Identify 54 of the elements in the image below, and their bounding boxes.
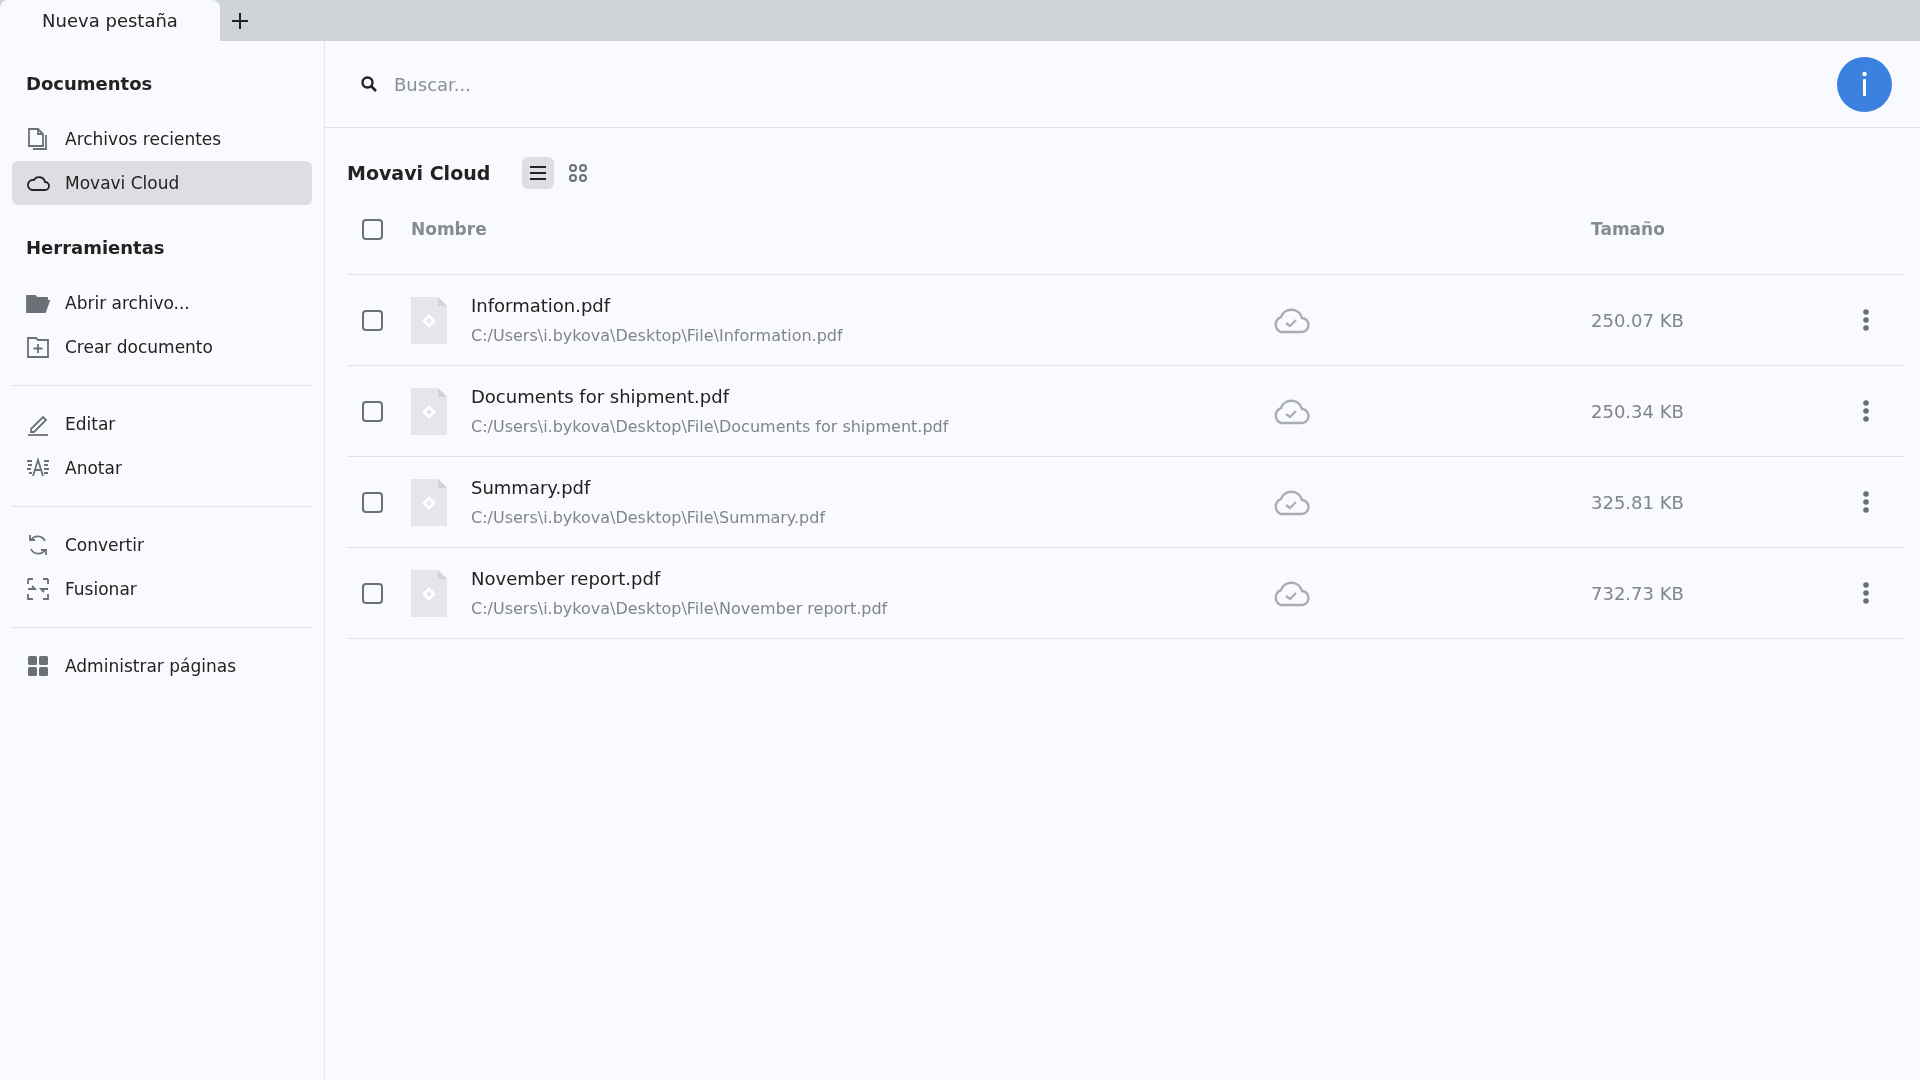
browser-tab[interactable]: Nueva pestaña	[0, 0, 220, 41]
more-icon	[1862, 308, 1870, 332]
select-all-checkbox[interactable]	[362, 218, 383, 240]
file-size: 250.07 KB	[1591, 309, 1685, 331]
info-icon[interactable]	[1837, 56, 1892, 112]
file-name: Information.pdf	[471, 295, 612, 316]
more-icon	[1862, 490, 1870, 514]
section-heading: Documentos	[25, 72, 154, 96]
cloud-check-icon	[1272, 306, 1310, 334]
grid-icon	[25, 653, 51, 679]
cloud-check-icon	[1272, 397, 1310, 425]
sidebar-item[interactable]: Fusionar	[12, 567, 312, 611]
add-file-icon	[25, 334, 51, 360]
sidebar-item[interactable]: Editar	[12, 402, 312, 446]
file-path: C:/Users\i.bykova\Desktop\File\Documents for shipment.pdf	[471, 417, 950, 436]
folder-title: Movavi Cloud	[347, 162, 491, 184]
sidebar-item[interactable]: Administrar páginas	[12, 644, 312, 688]
file-name: November report.pdf	[471, 568, 662, 589]
column-header: Nombre	[411, 219, 488, 239]
more-icon	[1862, 581, 1870, 605]
row-checkbox[interactable]	[362, 491, 383, 513]
section-heading: Herramientas	[25, 236, 166, 260]
file-size: 325.81 KB	[1591, 491, 1685, 513]
cloud-check-icon	[1272, 579, 1310, 607]
sidebar-item[interactable]: Crear documento	[12, 325, 312, 369]
file-icon	[411, 478, 447, 526]
file-icon	[411, 296, 447, 344]
cloud-check-icon	[1272, 488, 1310, 516]
file-name: Documents for shipment.pdf	[471, 386, 731, 407]
sidebar-item[interactable]: Anotar	[12, 446, 312, 490]
plus-icon	[230, 10, 250, 31]
list-icon	[528, 163, 549, 183]
grid-icon	[568, 163, 589, 183]
sidebar-item[interactable]: Convertir	[12, 523, 312, 567]
row-checkbox[interactable]	[362, 582, 383, 604]
file-name: Summary.pdf	[471, 477, 592, 498]
file-path: C:/Users\i.bykova\Desktop\File\November report.pdf	[471, 599, 889, 618]
file-size: 250.34 KB	[1591, 400, 1685, 422]
row-checkbox[interactable]	[362, 400, 383, 422]
more-icon	[1862, 399, 1870, 423]
search-field[interactable]: Buscar...	[392, 72, 896, 96]
file-icon	[411, 569, 447, 617]
file-path: C:/Users\i.bykova\Desktop\File\Information.pdf	[471, 326, 844, 345]
list-view-button[interactable]	[522, 157, 555, 189]
sidebar-item[interactable]: Abrir archivo...	[12, 281, 312, 325]
column-header: Tamaño	[1591, 219, 1665, 239]
file-size: 732.73 KB	[1591, 582, 1685, 604]
sidebar-item[interactable]: Movavi Cloud	[12, 161, 312, 205]
row-checkbox[interactable]	[362, 309, 383, 331]
merge-icon	[25, 576, 51, 602]
search-icon	[360, 75, 378, 93]
file-icon	[411, 387, 447, 435]
file-path: C:/Users\i.bykova\Desktop\File\Summary.pdf	[471, 508, 827, 527]
sidebar-item[interactable]: Archivos recientes	[12, 117, 312, 161]
